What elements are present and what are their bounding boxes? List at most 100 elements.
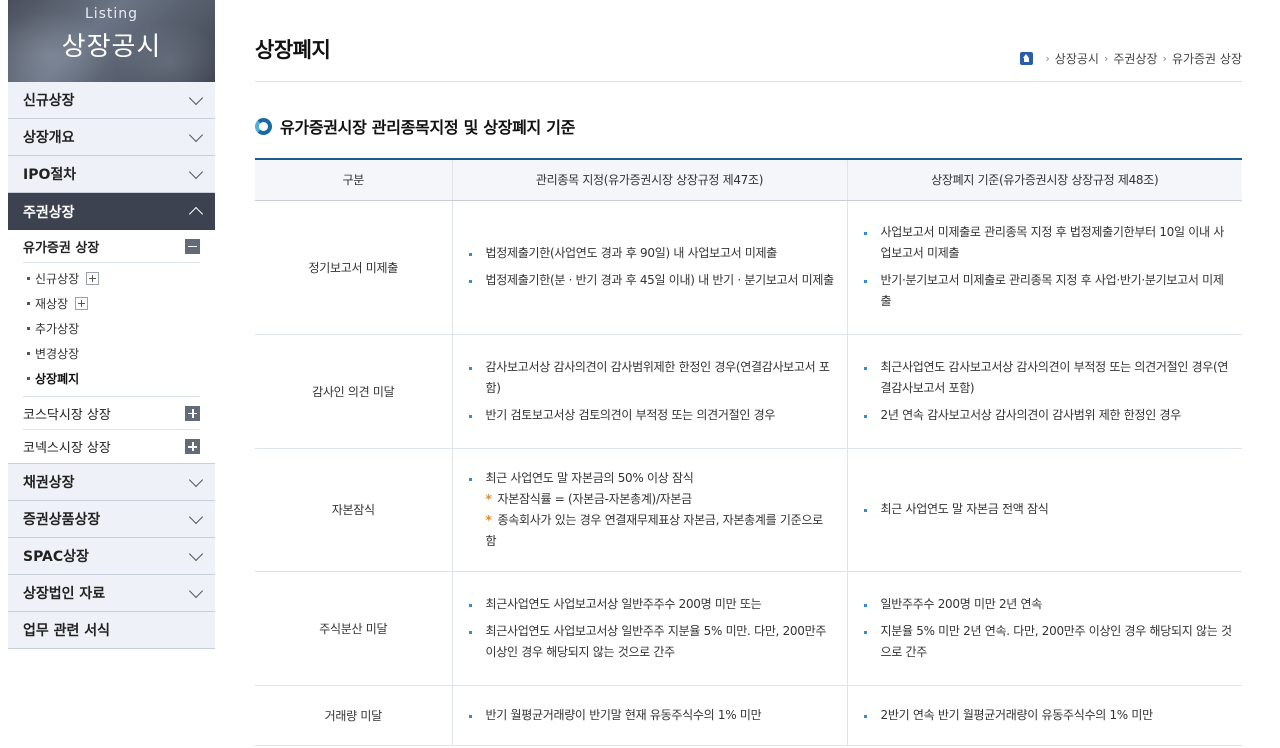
submenu-item-label: 재상장 [35,297,69,311]
designation-cell: 반기 월평균거래량이 반기말 현재 유동주식수의 1% 미만 [452,685,848,746]
row-category: 주식분산 미달 [255,571,453,686]
chevron-down-icon [188,90,204,105]
breadcrumb-separator: › [1162,52,1167,65]
submenu-list: 신규상장 재상장 추가상장 변경상장 상장폐지 [23,263,200,397]
list-item: 2반기 연속 반기 월평균거래량이 유동주식수의 1% 미만 [863,705,1233,726]
sidebar: Listing 상장공시 신규상장 상장개요 IPO절차 주권상장 유가증권 상… [8,0,215,649]
list-item: 2년 연속 감사보고서상 감사의견이 감사범위 제한 한정인 경우 [863,405,1233,426]
submenu-head-label: 유가증권 상장 [23,240,100,256]
criteria-table: 구분 관리종목 지정(유가증권시장 상장규정 제47조) 상장폐지 기준(유가증… [255,158,1242,746]
submenu-head-konex[interactable]: 코넥스시장 상장 [23,430,200,463]
breadcrumb-item[interactable]: 유가증권 상장 [1172,50,1242,67]
sidebar-item-bond-listing[interactable]: 채권상장 [8,464,215,501]
delisting-cell: 2반기 연속 반기 월평균거래량이 유동주식수의 1% 미만 [847,685,1242,746]
column-header-category: 구분 [255,159,453,201]
list-item: 반기 검토보고서상 검토의견이 부적정 또는 의견거절인 경우 [468,405,837,426]
delisting-cell: 사업보고서 미제출로 관리종목 지정 후 법정제출기한부터 10일 이내 사업보… [847,200,1242,335]
chevron-down-icon [188,546,204,561]
sidebar-item-label: 업무 관련 서식 [23,623,111,639]
designation-cell: 감사보고서상 감사의견이 감사범위제한 한정인 경우(연결감사보고서 포함) 반… [452,334,848,449]
footnote: * 자본잠식률 = (자본금-자본총계)/자본금 [486,489,837,510]
expand-icon[interactable] [185,405,200,421]
collapse-icon[interactable] [185,238,200,254]
sidebar-item-label: 채권상장 [23,475,75,491]
list-item: 최근사업연도 사업보고서상 일반주주수 200명 미만 또는 [468,594,837,615]
breadcrumb: › 상장공시 › 주권상장 › 유가증권 상장 [1020,50,1242,67]
sidebar-item-listing-overview[interactable]: 상장개요 [8,119,215,156]
table-header-row: 구분 관리종목 지정(유가증권시장 상장규정 제47조) 상장폐지 기준(유가증… [255,159,1242,201]
breadcrumb-item[interactable]: 주권상장 [1113,50,1157,67]
banner-subtitle: Listing [84,6,139,22]
expand-icon[interactable] [86,272,100,285]
divider [255,81,1242,82]
banner-title: 상장공시 [61,32,162,62]
table-row: 정기보고서 미제출 법정제출기한(사업연도 경과 후 90일) 내 사업보고서 … [255,200,1242,335]
bullet-icon [27,327,30,330]
submenu-item-delisting[interactable]: 상장폐지 [27,366,200,391]
list-item: 최근사업연도 감사보고서상 감사의견이 부적정 또는 의견거절인 경우(연결감사… [863,357,1233,399]
list-item: 감사보고서상 감사의견이 감사범위제한 한정인 경우(연결감사보고서 포함) [468,357,837,399]
submenu-item-new[interactable]: 신규상장 [27,266,200,291]
submenu-head-label: 코넥스시장 상장 [23,441,111,456]
expand-icon[interactable] [75,297,89,310]
delisting-cell: 최근사업연도 감사보고서상 감사의견이 부적정 또는 의견거절인 경우(연결감사… [847,334,1242,449]
sidebar-item-label: 신규상장 [23,93,75,109]
sidebar-item-listed-company-data[interactable]: 상장법인 자료 [8,575,215,612]
submenu-head-kospi[interactable]: 유가증권 상장 [23,230,200,263]
breadcrumb-separator: › [1103,52,1109,65]
sidebar-item-forms[interactable]: 업무 관련 서식 [8,612,215,649]
sidebar-item-new-listing[interactable]: 신규상장 [8,82,215,119]
designation-cell: 최근사업연도 사업보고서상 일반주주수 200명 미만 또는 최근사업연도 사업… [452,571,848,686]
table-row: 주식분산 미달 최근사업연도 사업보고서상 일반주주수 200명 미만 또는 최… [255,571,1242,686]
bullet-icon [27,377,30,380]
sidebar-item-securities-product[interactable]: 증권상품상장 [8,501,215,538]
delisting-cell: 일반주주수 200명 미만 2년 연속 지분율 5% 미만 2년 연속. 다만,… [847,571,1242,686]
list-item: 법정제출기한(사업연도 경과 후 90일) 내 사업보고서 미제출 [468,243,837,264]
submenu-item-relisting[interactable]: 재상장 [27,291,200,316]
list-item: 최근 사업연도 말 자본금 전액 잠식 [863,499,1233,520]
sidebar-banner: Listing 상장공시 [8,0,215,82]
row-category: 감사인 의견 미달 [255,334,453,449]
submenu-item-label: 상장폐지 [35,372,80,386]
submenu-item-label: 추가상장 [35,322,80,336]
row-category: 자본잠식 [255,448,453,572]
bullet-icon [27,352,30,355]
submenu-item-additional[interactable]: 추가상장 [27,316,200,341]
section-title: 유가증권시장 관리종목지정 및 상장폐지 기준 [280,118,576,137]
list-item: 최근 사업연도 말 자본금의 50% 이상 잠식 * 자본잠식률 = (자본금-자… [468,468,837,552]
sidebar-item-spac[interactable]: SPAC상장 [8,538,215,575]
sidebar-item-ipo-process[interactable]: IPO절차 [8,156,215,193]
chevron-down-icon [188,164,204,179]
chevron-up-icon [188,206,204,222]
sidebar-item-label: SPAC상장 [23,549,89,565]
column-header-designation: 관리종목 지정(유가증권시장 상장규정 제47조) [452,159,848,201]
designation-cell: 최근 사업연도 말 자본금의 50% 이상 잠식 * 자본잠식률 = (자본금-자… [452,448,848,572]
submenu-item-label: 변경상장 [35,347,80,361]
bullet-icon [27,302,30,305]
row-category: 정기보고서 미제출 [255,200,453,335]
home-icon[interactable] [1020,52,1034,65]
chevron-down-icon [188,472,204,487]
chevron-down-icon [188,127,204,142]
list-item: 사업보고서 미제출로 관리종목 지정 후 법정제출기한부터 10일 이내 사업보… [863,222,1233,264]
expand-icon[interactable] [185,439,200,454]
list-item: 반기·분기보고서 미제출로 관리종목 지정 후 사업·반기·분기보고서 미제출 [863,270,1233,312]
submenu-head-label: 코스닥시장 상장 [23,407,111,423]
submenu-item-change[interactable]: 변경상장 [27,341,200,366]
breadcrumb-item[interactable]: 상장공시 [1055,50,1099,67]
row-category: 거래량 미달 [255,685,453,746]
footnote-text: 자본잠식률 = (자본금-자본총계)/자본금 [497,491,692,506]
submenu-item-label: 신규상장 [35,272,80,286]
sidebar-item-stock-listing[interactable]: 주권상장 [8,193,215,230]
asterisk-icon: * [485,491,492,506]
list-item: 지분율 5% 미만 2년 연속. 다만, 200만주 이상인 경우 해당되지 않… [863,621,1232,663]
sidebar-item-label: 주권상장 [23,204,75,221]
breadcrumb-separator: › [1045,52,1050,65]
submenu-head-kosdaq[interactable]: 코스닥시장 상장 [23,397,200,430]
list-item: 일반주주수 200명 미만 2년 연속 [863,594,1233,615]
table-row: 거래량 미달 반기 월평균거래량이 반기말 현재 유동주식수의 1% 미만 2반… [255,685,1242,746]
bullet-icon [27,277,30,280]
ring-bullet-icon [255,117,272,135]
delisting-cell: 최근 사업연도 말 자본금 전액 잠식 [847,448,1242,572]
sidebar-item-label: 증권상품상장 [23,512,101,528]
